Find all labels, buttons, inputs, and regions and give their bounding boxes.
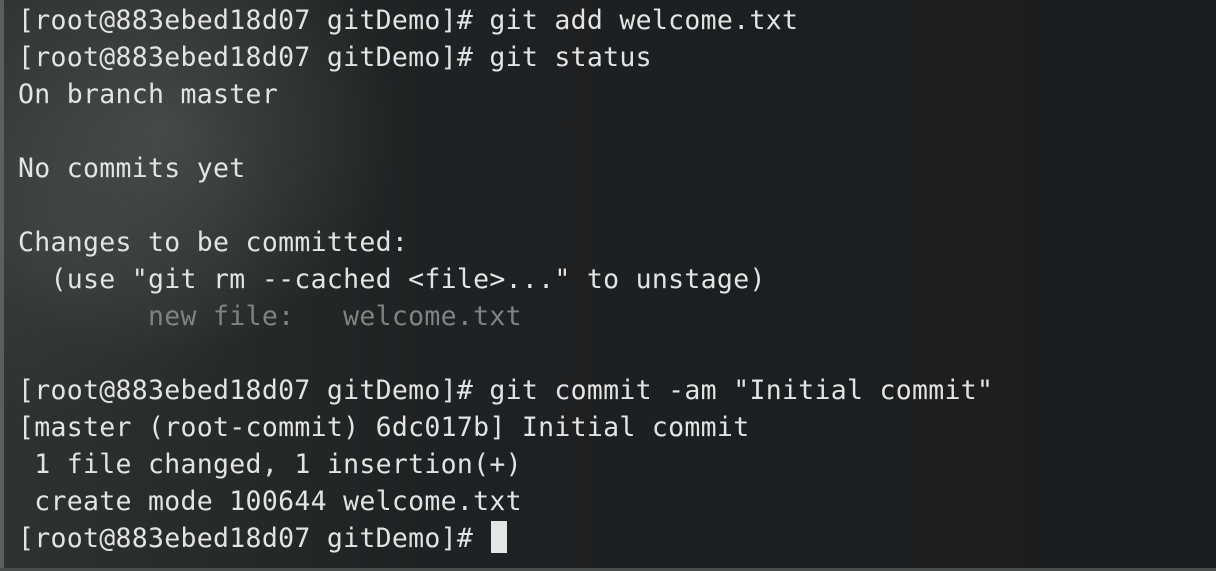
output-line: [root@883ebed18d07 gitDemo]# git commit … (18, 375, 994, 406)
shell-prompt: [root@883ebed18d07 gitDemo]# (18, 523, 490, 554)
window-border (0, 0, 4, 571)
staged-file-line: new file: welcome.txt (18, 301, 522, 332)
output-line: create mode 100644 welcome.txt (18, 486, 522, 517)
terminal-window[interactable]: [root@883ebed18d07 gitDemo]# git add wel… (0, 0, 1216, 571)
output-line: On branch master (18, 79, 279, 110)
command-prompt-line[interactable]: [root@883ebed18d07 gitDemo]# (18, 520, 1216, 557)
output-line: (use "git rm --cached <file>..." to unst… (18, 264, 766, 295)
output-line: No commits yet (18, 153, 246, 184)
output-line: [root@883ebed18d07 gitDemo]# git status (18, 42, 652, 73)
output-line: 1 file changed, 1 insertion(+) (18, 449, 522, 480)
output-line: [master (root-commit) 6dc017b] Initial c… (18, 412, 750, 443)
output-line: Changes to be committed: (18, 227, 409, 258)
text-cursor[interactable] (491, 521, 508, 553)
output-line: [root@883ebed18d07 gitDemo]# git add wel… (18, 5, 799, 36)
